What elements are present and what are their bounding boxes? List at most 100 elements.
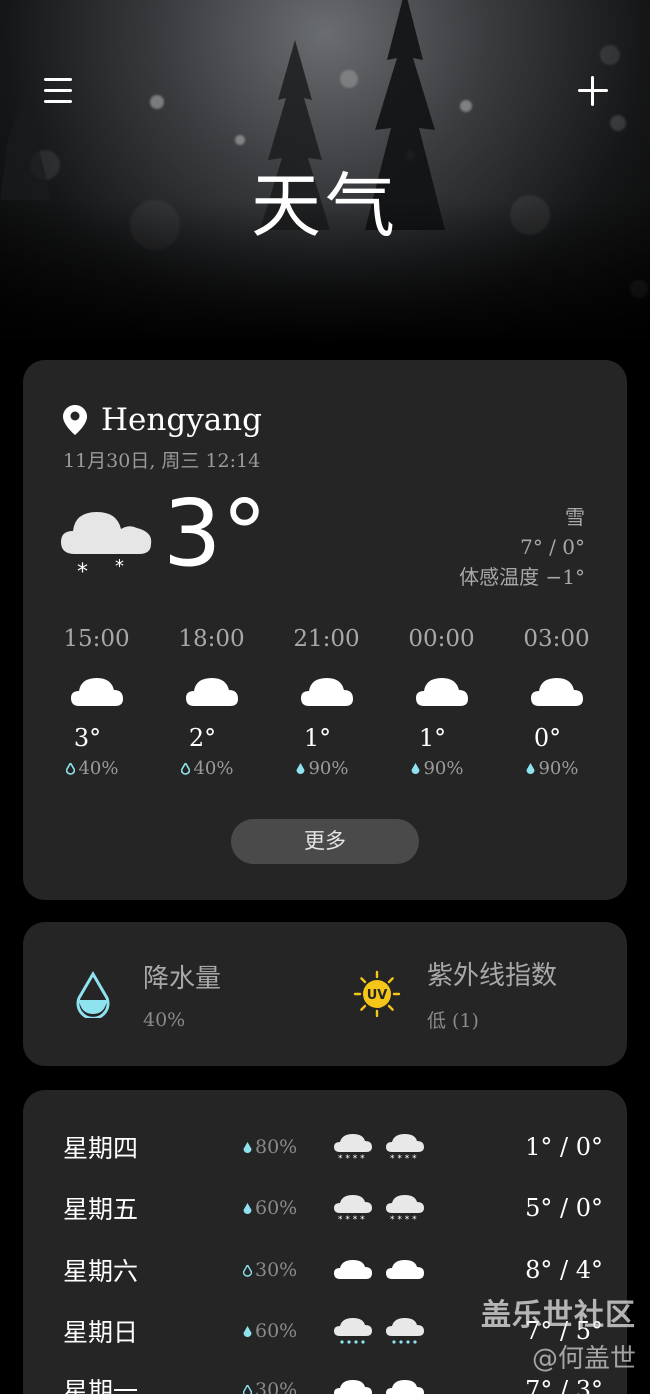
- daily-row[interactable]: 星期五 60% * * * * * * * * 5° / 0°: [63, 1188, 603, 1228]
- day-precip-value: 30%: [255, 1259, 298, 1281]
- day-precip-value: 30%: [255, 1379, 298, 1394]
- day-precip: 30%: [243, 1259, 333, 1281]
- location-pin-icon: [63, 405, 87, 435]
- hour-temp: 1°: [418, 724, 447, 752]
- current-details: 雪 7° / 0° 体感温度 −1°: [459, 502, 585, 592]
- water-drop-icon: [243, 1142, 252, 1153]
- day-name: 星期六: [63, 1257, 139, 1286]
- snow-bokeh: [340, 70, 358, 88]
- cloud-icon: [70, 678, 123, 706]
- hourly-forecast: 15:00 3° 40% 18:00 2° 40% 21:00 1° 90% 0…: [39, 626, 614, 779]
- snow-bokeh: [600, 45, 620, 65]
- hour-precip-value: 90%: [538, 758, 579, 779]
- water-drop-icon: [243, 1203, 252, 1214]
- hamburger-menu-icon[interactable]: [44, 78, 72, 104]
- cloud-icon: [334, 1380, 372, 1394]
- day-precip-value: 60%: [255, 1197, 298, 1219]
- snow-cloud-icon: * *: [61, 512, 152, 582]
- snow-bokeh: [235, 135, 245, 145]
- hour-temp: 2°: [188, 724, 217, 752]
- precipitation-metric: 降水量 40%: [69, 922, 221, 1066]
- precipitation-value: 40%: [143, 1008, 186, 1031]
- uv-label: 紫外线指数: [427, 961, 558, 991]
- community-watermark: 盖乐世社区 @何盖世: [481, 1290, 636, 1375]
- svg-text:*: *: [115, 556, 124, 577]
- cloud-icon: [386, 1380, 424, 1394]
- hourly-item: 03:00 0° 90%: [499, 626, 614, 779]
- hour-precip: 40%: [154, 758, 269, 779]
- snow-cloud-icon: * * * *: [386, 1134, 424, 1162]
- svg-text:* * * *: * * * *: [390, 1154, 417, 1162]
- day-temp-range: 5° / 0°: [525, 1194, 603, 1222]
- hour-precip-value: 40%: [193, 758, 234, 779]
- daily-row[interactable]: 星期四 80% * * * * * * * * 1° / 0°: [63, 1127, 603, 1167]
- hour-temp: 0°: [533, 724, 562, 752]
- day-name: 星期一: [63, 1377, 139, 1394]
- hour-precip: 90%: [384, 758, 499, 779]
- hour-precip: 90%: [269, 758, 384, 779]
- high-low-text: 7° / 0°: [520, 535, 585, 559]
- svg-text:* * * *: * * * *: [338, 1215, 365, 1223]
- svg-text:* * * *: * * * *: [338, 1154, 365, 1162]
- rain-cloud-icon: [334, 1318, 372, 1344]
- water-drop-icon: [66, 763, 76, 775]
- condition-text: 雪: [565, 505, 585, 529]
- water-drop-icon: [411, 763, 420, 774]
- water-drop-icon: [526, 763, 535, 774]
- snow-cloud-icon: * * * *: [334, 1195, 372, 1223]
- hour-precip: 40%: [39, 758, 154, 779]
- hour-precip-value: 90%: [423, 758, 464, 779]
- day-precip: 80%: [243, 1136, 333, 1158]
- cloud-icon: [185, 678, 238, 706]
- header-banner: 天气: [0, 0, 650, 340]
- plus-icon[interactable]: [576, 74, 610, 108]
- day-name: 星期日: [63, 1318, 139, 1347]
- hour-precip: 90%: [499, 758, 614, 779]
- watermark-title: 盖乐世社区: [481, 1298, 636, 1333]
- hourly-item: 18:00 2° 40%: [154, 626, 269, 779]
- cloud-icon: [415, 678, 468, 706]
- snow-bokeh: [460, 100, 472, 112]
- day-precip: 30%: [243, 1379, 333, 1394]
- current-weather-card[interactable]: Hengyang 11月30日, 周三 12:14 * * 3° 雪 7° / …: [23, 360, 627, 900]
- water-drop-icon: [181, 763, 191, 775]
- cloud-icon: [530, 678, 583, 706]
- hourly-item: 21:00 1° 90%: [269, 626, 384, 779]
- cloud-icon: [300, 678, 353, 706]
- day-name: 星期五: [63, 1195, 139, 1224]
- hour-temp: 3°: [73, 724, 102, 752]
- metrics-card[interactable]: 降水量 40% UV 紫外线指数 低 (1): [23, 922, 627, 1066]
- hour-precip-value: 40%: [78, 758, 119, 779]
- water-drop-icon: [243, 1385, 252, 1394]
- hour-time: 03:00: [523, 626, 590, 652]
- current-temperature: 3°: [163, 480, 268, 587]
- svg-text:* * * *: * * * *: [390, 1215, 417, 1223]
- rain-cloud-icon: [386, 1318, 424, 1344]
- watermark-author: @何盖世: [531, 1344, 636, 1374]
- cloud-icon: [334, 1260, 372, 1279]
- day-precip: 60%: [243, 1197, 333, 1219]
- svg-text:*: *: [77, 560, 88, 582]
- snow-cloud-icon: * * * *: [334, 1134, 372, 1162]
- precipitation-label: 降水量: [143, 963, 222, 994]
- page-title: 天气: [251, 165, 399, 247]
- cloud-icon: [386, 1260, 424, 1279]
- snow-cloud-icon: * * * *: [386, 1195, 424, 1223]
- day-precip: 60%: [243, 1320, 333, 1342]
- water-drop-icon: [243, 1326, 252, 1337]
- day-precip-value: 60%: [255, 1320, 298, 1342]
- daily-row[interactable]: 星期六 30% 8° / 4°: [63, 1250, 603, 1290]
- snow-bokeh: [610, 115, 626, 131]
- hourly-item: 00:00 1° 90%: [384, 626, 499, 779]
- water-drop-icon: [243, 1265, 252, 1277]
- uv-badge-text: UV: [367, 988, 388, 1003]
- more-button[interactable]: 更多: [231, 819, 419, 864]
- hourly-item: 15:00 3° 40%: [39, 626, 154, 779]
- hour-time: 21:00: [293, 626, 360, 652]
- snow-bokeh: [150, 95, 164, 109]
- hour-temp: 1°: [303, 724, 332, 752]
- hour-time: 15:00: [63, 626, 130, 652]
- current-datetime: 11月30日, 周三 12:14: [63, 450, 261, 472]
- water-drop-icon: [76, 971, 110, 1018]
- day-temp-range: 7° / 3°: [525, 1376, 603, 1394]
